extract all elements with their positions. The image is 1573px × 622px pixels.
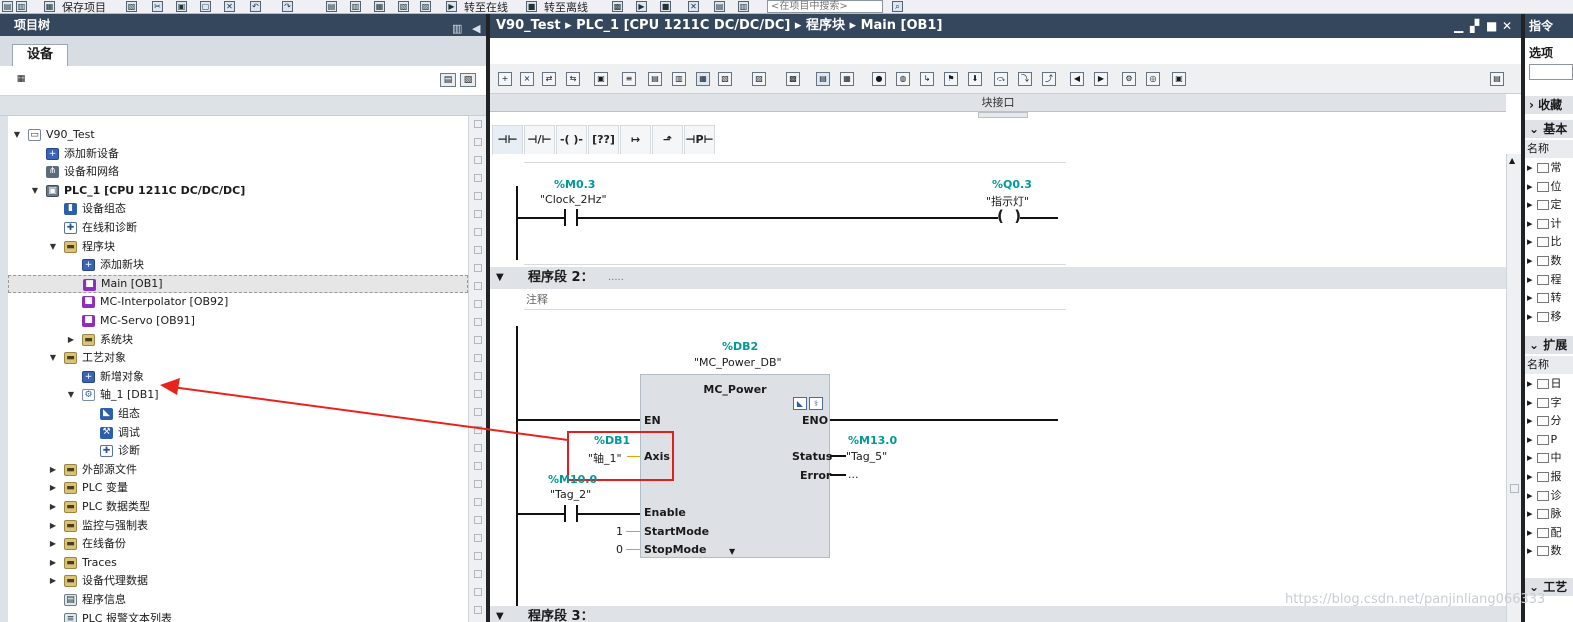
- arrow-head: [160, 378, 180, 395]
- watermark: https://blog.csdn.net/panjinliang066333: [1285, 592, 1546, 607]
- arrow-line: [171, 386, 569, 441]
- annotation-arrow: [160, 378, 569, 441]
